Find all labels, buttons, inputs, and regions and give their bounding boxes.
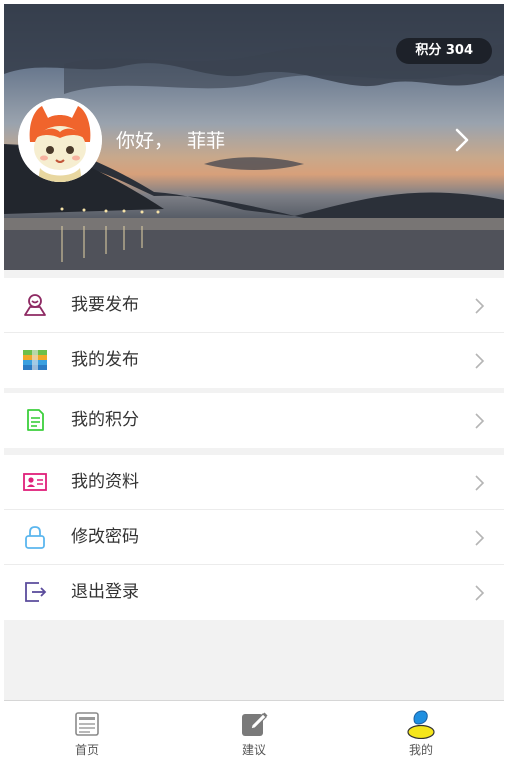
profile-card-icon	[23, 473, 47, 491]
tab-suggestion[interactable]: 建议	[171, 701, 337, 763]
greeting-text: 你好， 菲菲	[116, 128, 225, 154]
menu-item-logout[interactable]: 退出登录	[4, 565, 504, 620]
tab-label: 我的	[408, 743, 433, 757]
menu-group-points: 我的积分	[4, 393, 504, 448]
chevron-right-icon[interactable]	[452, 126, 472, 154]
lock-icon	[25, 526, 45, 549]
chevron-right-icon	[475, 475, 485, 491]
chevron-right-icon	[475, 353, 485, 369]
menu-item-profile[interactable]: 我的资料	[4, 455, 504, 510]
chevron-right-icon	[475, 530, 485, 546]
publish-icon	[24, 294, 46, 316]
edit-suggestion-icon	[242, 712, 268, 736]
menu-item-change-password[interactable]: 修改密码	[4, 510, 504, 565]
chevron-right-icon	[475, 585, 485, 601]
bottom-tab-bar: 首页 建议 我的	[4, 700, 504, 763]
chevron-right-icon	[475, 298, 485, 314]
menu-item-label: 退出登录	[71, 582, 139, 602]
tab-mine[interactable]: 我的	[338, 701, 504, 763]
avatar[interactable]	[18, 98, 102, 182]
menu-item-points[interactable]: 我的积分	[4, 393, 504, 448]
menu-group-account: 我的资料 修改密码 退出登录	[4, 455, 504, 620]
app-screen: 积分 304 你好， 菲菲 我要发布 我的发布 我的积分 我的资料 修改密码 退…	[4, 4, 504, 763]
menu-item-label: 我的发布	[71, 350, 139, 370]
menu-item-my-posts[interactable]: 我的发布	[4, 333, 504, 388]
menu-item-publish[interactable]: 我要发布	[4, 278, 504, 333]
menu-item-label: 修改密码	[71, 527, 139, 547]
tab-home[interactable]: 首页	[4, 701, 170, 763]
tab-label: 首页	[74, 743, 99, 757]
chevron-right-icon	[475, 413, 485, 429]
tab-label: 建议	[241, 743, 266, 757]
points-document-icon	[27, 409, 44, 431]
home-news-icon	[75, 712, 99, 736]
profile-header[interactable]: 积分 304 你好， 菲菲	[4, 4, 504, 270]
menu-item-label: 我的资料	[71, 472, 139, 492]
menu-item-label: 我要发布	[71, 295, 139, 315]
greeting-label: 你好，	[116, 130, 174, 152]
logout-icon	[25, 582, 47, 602]
my-posts-icon	[23, 350, 47, 370]
menu-group-posts: 我要发布 我的发布	[4, 278, 504, 388]
menu-item-label: 我的积分	[71, 410, 139, 430]
user-profile-icon	[407, 710, 435, 739]
points-badge[interactable]: 积分 304	[396, 38, 492, 64]
username: 菲菲	[187, 130, 226, 152]
fox-avatar-icon	[18, 98, 102, 182]
